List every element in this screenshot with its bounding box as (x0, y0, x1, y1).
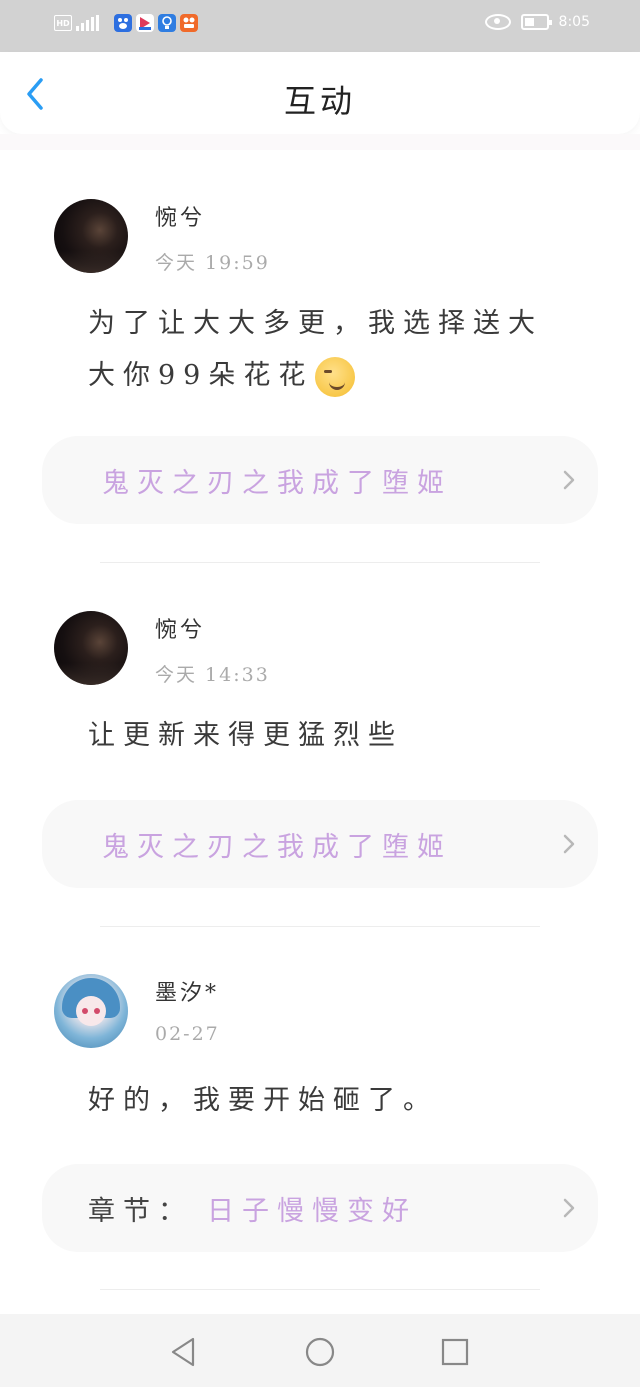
timestamp: 02-27 (155, 1023, 220, 1045)
square-recents-icon (441, 1338, 469, 1366)
status-bar-right: 8:05 (484, 14, 590, 30)
nav-recents-button[interactable] (437, 1334, 473, 1370)
username[interactable]: 惋兮 (155, 612, 205, 644)
comment-body: 为了让大大多更，我选择送大大你99朵花花 (88, 298, 568, 402)
avatar[interactable] (54, 611, 128, 685)
link-prefix: 章节： (88, 1195, 193, 1227)
divider (100, 1289, 540, 1290)
header-shadow (0, 134, 640, 150)
divider (100, 926, 540, 927)
system-nav-bar (0, 1314, 640, 1387)
hd-icon: HD (54, 15, 72, 31)
battery-icon (520, 14, 552, 30)
book-title: 鬼灭之刃之我成了堕姬 (102, 467, 452, 499)
chevron-right-icon (563, 470, 575, 490)
comment-text: 让更新来得更猛烈些 (88, 720, 403, 751)
book-link-card[interactable]: 鬼灭之刃之我成了堕姬 (42, 436, 598, 524)
nav-back-button[interactable] (165, 1334, 201, 1370)
book-link-card[interactable]: 鬼灭之刃之我成了堕姬 (42, 800, 598, 888)
signal-icon (76, 15, 102, 31)
chevron-right-icon (563, 1198, 575, 1218)
chapter-title: 日子慢慢变好 (207, 1195, 417, 1227)
lightbulb-app-icon (158, 14, 176, 32)
username[interactable]: 墨汐* (155, 975, 219, 1007)
timestamp: 今天 14:33 (155, 664, 270, 686)
chapter-link-card[interactable]: 章节： 日子慢慢变好 (42, 1164, 598, 1252)
status-time: 8:05 (558, 14, 590, 30)
nav-home-button[interactable] (302, 1334, 338, 1370)
comment-text: 好的，我要开始砸了。 (88, 1085, 438, 1116)
header-bar: 互动 (0, 52, 640, 134)
status-bar: HD 8:05 (0, 0, 640, 52)
smirk-emoji-icon (315, 356, 356, 397)
avatar[interactable] (54, 974, 128, 1048)
username[interactable]: 惋兮 (155, 200, 205, 232)
divider (100, 562, 540, 563)
video-app-icon (136, 14, 154, 32)
page-title: 互动 (283, 82, 356, 120)
book-link-text: 鬼灭之刃之我成了堕姬 (88, 800, 452, 888)
game-app-icon (180, 14, 198, 32)
triangle-back-icon (171, 1337, 195, 1367)
book-title: 鬼灭之刃之我成了堕姬 (102, 831, 452, 863)
chevron-right-icon (563, 834, 575, 854)
timestamp: 今天 19:59 (155, 252, 270, 274)
eye-icon (484, 14, 511, 30)
avatar[interactable] (54, 199, 128, 273)
status-bar-left: HD (54, 14, 198, 32)
chapter-link-text: 章节： 日子慢慢变好 (88, 1164, 417, 1252)
comment-body: 好的，我要开始砸了。 (88, 1075, 568, 1127)
circle-home-icon (305, 1337, 335, 1367)
book-link-text: 鬼灭之刃之我成了堕姬 (88, 436, 452, 524)
comment-body: 让更新来得更猛烈些 (88, 710, 568, 762)
baidu-icon (114, 14, 132, 32)
